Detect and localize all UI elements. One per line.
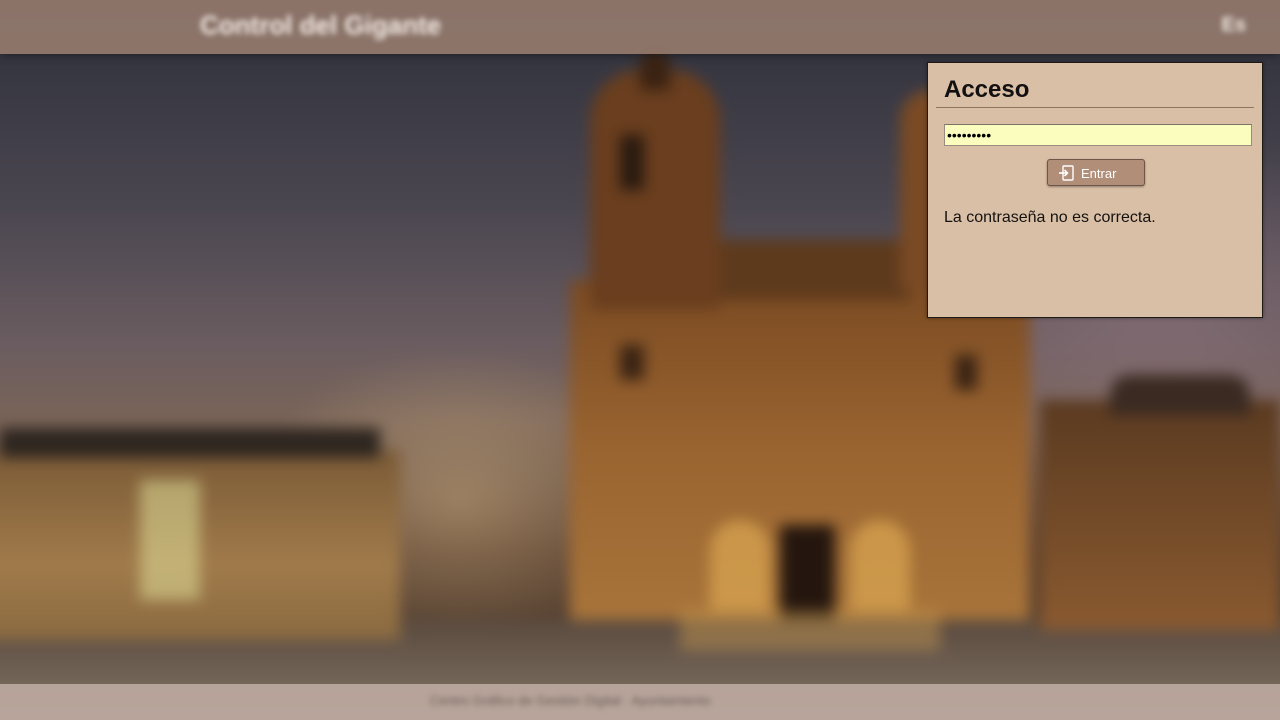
- language-selector[interactable]: Es: [1222, 14, 1246, 37]
- error-message: La contraseña no es correcta.: [944, 209, 1156, 226]
- password-field[interactable]: [944, 124, 1252, 146]
- footer-bar: Centro Gráfico de Gestión Digital · Ayun…: [0, 684, 1280, 720]
- login-title: Acceso: [944, 76, 1030, 103]
- title-divider: [936, 107, 1254, 108]
- enter-button[interactable]: Entrar: [1047, 159, 1145, 186]
- enter-button-label: Entrar: [1081, 166, 1117, 181]
- login-icon: [1059, 165, 1074, 181]
- footer-text: Centro Gráfico de Gestión Digital · Ayun…: [430, 693, 711, 708]
- login-panel: Acceso Entrar La contraseña no es correc…: [927, 62, 1263, 318]
- login-screen: Control del Gigante Es Acceso Entrar La …: [0, 0, 1280, 720]
- header-bar: Control del Gigante Es: [0, 0, 1280, 54]
- site-title: Control del Gigante: [200, 10, 442, 40]
